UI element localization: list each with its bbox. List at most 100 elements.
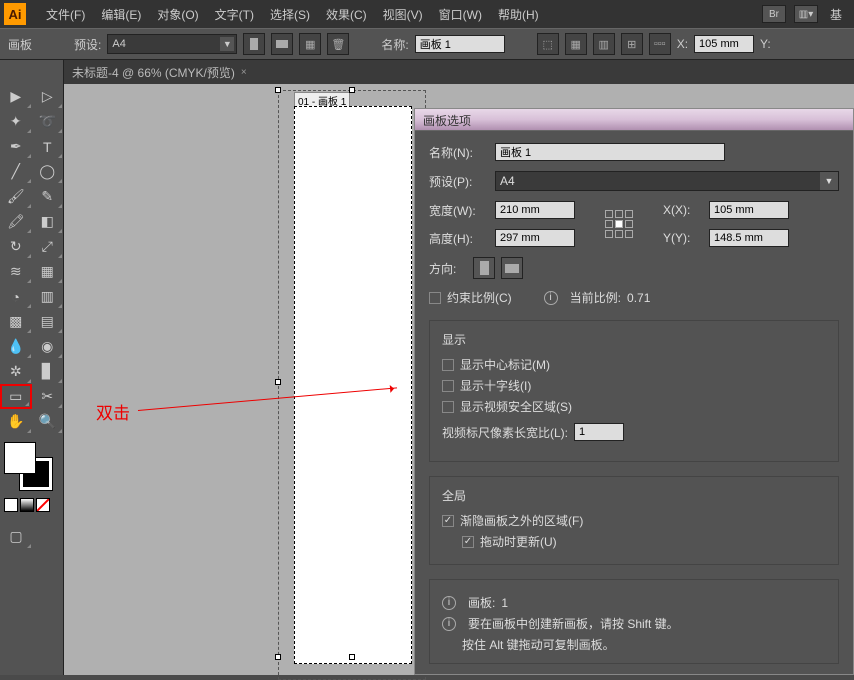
dlg-preset-value: A4 <box>500 174 515 188</box>
show-video-checkbox[interactable] <box>442 401 454 413</box>
perspective-tool[interactable]: ▥ <box>32 284 64 309</box>
artboard-tool[interactable]: ▭ <box>0 384 32 409</box>
dlg-width-input[interactable] <box>495 201 575 219</box>
document-tab[interactable]: 未标题-4 @ 66% (CMYK/预览) × <box>64 60 255 84</box>
menu-window[interactable]: 窗口(W) <box>431 6 490 23</box>
gradient-mode-button[interactable] <box>20 498 34 512</box>
landscape-button[interactable] <box>501 257 523 279</box>
mesh-tool[interactable]: ▩ <box>0 309 32 334</box>
dlg-x-input[interactable] <box>709 201 789 219</box>
dlg-preset-label: 预设(P): <box>429 173 489 190</box>
show-cross-label: 显示十字线(I) <box>460 377 531 394</box>
selection-tool[interactable]: ▶ <box>0 84 32 109</box>
swatch-area <box>0 438 63 516</box>
close-tab-icon[interactable]: × <box>241 67 247 78</box>
name-label: 名称: <box>381 36 408 53</box>
resize-handle[interactable] <box>275 379 281 385</box>
x-input[interactable] <box>694 35 754 53</box>
hand-tool[interactable]: ✋ <box>0 409 32 434</box>
shape-builder-tool[interactable]: ◔ <box>0 284 32 309</box>
app-logo: Ai <box>4 3 26 25</box>
gradient-tool[interactable]: ▤ <box>32 309 64 334</box>
dlg-x-label: X(X): <box>663 203 703 217</box>
dlg-preset-select[interactable]: A4 ▼ <box>495 171 839 191</box>
portrait-button[interactable] <box>473 257 495 279</box>
options-button-1[interactable]: ▦ <box>565 33 587 55</box>
width-tool[interactable]: ≋ <box>0 259 32 284</box>
menu-help[interactable]: 帮助(H) <box>490 6 547 23</box>
name-input[interactable] <box>415 35 505 53</box>
fade-checkbox[interactable]: ✓ <box>442 515 454 527</box>
show-center-label: 显示中心标记(M) <box>460 356 550 373</box>
show-cross-checkbox[interactable] <box>442 380 454 392</box>
symbol-sprayer-tool[interactable]: ✲ <box>0 359 32 384</box>
bridge-button[interactable]: Br <box>762 5 786 23</box>
mode-label: 画板 <box>8 36 32 53</box>
info-icon: i <box>442 596 456 610</box>
constrain-checkbox[interactable] <box>429 292 441 304</box>
menu-select[interactable]: 选择(S) <box>262 6 318 23</box>
resize-handle[interactable] <box>275 654 281 660</box>
line-tool[interactable]: ╱ <box>0 159 32 184</box>
pencil-tool[interactable]: ✎ <box>32 184 64 209</box>
blob-brush-tool[interactable]: 🖍 <box>0 209 32 234</box>
paintbrush-tool[interactable]: 🖌 <box>0 184 32 209</box>
resize-handle[interactable] <box>349 654 355 660</box>
annotation-text: 双击 <box>96 399 130 424</box>
preset-select[interactable]: A4 ▼ <box>107 34 237 54</box>
dlg-name-input[interactable] <box>495 143 725 161</box>
rotate-tool[interactable]: ↻ <box>0 234 32 259</box>
current-ratio-value: 0.71 <box>627 291 650 305</box>
scale-tool[interactable]: ⤢ <box>32 234 64 259</box>
menu-object[interactable]: 对象(O) <box>149 6 206 23</box>
menu-edit[interactable]: 编辑(E) <box>93 6 149 23</box>
eraser-tool[interactable]: ◧ <box>32 209 64 234</box>
menu-view[interactable]: 视图(V) <box>375 6 431 23</box>
dlg-name-label: 名称(N): <box>429 144 489 161</box>
blend-tool[interactable]: ◉ <box>32 334 64 359</box>
dlg-height-input[interactable] <box>495 229 575 247</box>
reference-point-grid[interactable] <box>605 210 633 238</box>
direct-selection-tool[interactable]: ▷ <box>32 84 64 109</box>
menu-file[interactable]: 文件(F) <box>38 6 93 23</box>
resize-handle[interactable] <box>275 87 281 93</box>
hint1: 要在画板中创建新画板，请按 Shift 键。 <box>468 615 679 632</box>
none-mode-button[interactable] <box>36 498 50 512</box>
document-tabs: 未标题-4 @ 66% (CMYK/预览) × <box>64 60 854 84</box>
show-video-label: 显示视频安全区域(S) <box>460 398 572 415</box>
eyedropper-tool[interactable]: 💧 <box>0 334 32 359</box>
menu-type[interactable]: 文字(T) <box>207 6 262 23</box>
essentials-label[interactable]: 基 <box>826 6 846 23</box>
graph-tool[interactable]: ▊ <box>32 359 64 384</box>
menu-effect[interactable]: 效果(C) <box>318 6 375 23</box>
preset-label: 预设: <box>74 36 101 53</box>
info-icon: i <box>544 291 558 305</box>
landscape-button[interactable] <box>271 33 293 55</box>
options-button-2[interactable]: ▥ <box>593 33 615 55</box>
delete-artboard-button[interactable]: 🗑 <box>327 33 349 55</box>
portrait-button[interactable] <box>243 33 265 55</box>
drag-update-checkbox[interactable]: ✓ <box>462 536 474 548</box>
resize-handle[interactable] <box>349 87 355 93</box>
arrange-button[interactable]: ▥▾ <box>794 5 818 23</box>
reference-point-button[interactable]: ▫▫▫ <box>649 33 671 55</box>
options-button-3[interactable]: ⊞ <box>621 33 643 55</box>
screen-mode-button[interactable]: ▢ <box>0 524 32 549</box>
ellipse-tool[interactable]: ◯ <box>32 159 64 184</box>
artboard-options-dialog: 画板选项 名称(N): 预设(P): A4 ▼ 宽度(W): 高度(H): <box>414 108 854 675</box>
type-tool[interactable]: T <box>32 134 64 159</box>
zoom-tool[interactable]: 🔍 <box>32 409 64 434</box>
document-tab-title: 未标题-4 @ 66% (CMYK/预览) <box>72 64 235 81</box>
fill-swatch[interactable] <box>4 442 36 474</box>
pen-tool[interactable]: ✒ <box>0 134 32 159</box>
ruler-input[interactable] <box>574 423 624 441</box>
magic-wand-tool[interactable]: ✦ <box>0 109 32 134</box>
free-transform-tool[interactable]: ▦ <box>32 259 64 284</box>
dlg-y-input[interactable] <box>709 229 789 247</box>
move-with-artboard-button[interactable]: ⬚ <box>537 33 559 55</box>
new-artboard-button[interactable]: ▦ <box>299 33 321 55</box>
lasso-tool[interactable]: ➰ <box>32 109 64 134</box>
slice-tool[interactable]: ✂ <box>32 384 63 409</box>
color-mode-button[interactable] <box>4 498 18 512</box>
show-center-checkbox[interactable] <box>442 359 454 371</box>
